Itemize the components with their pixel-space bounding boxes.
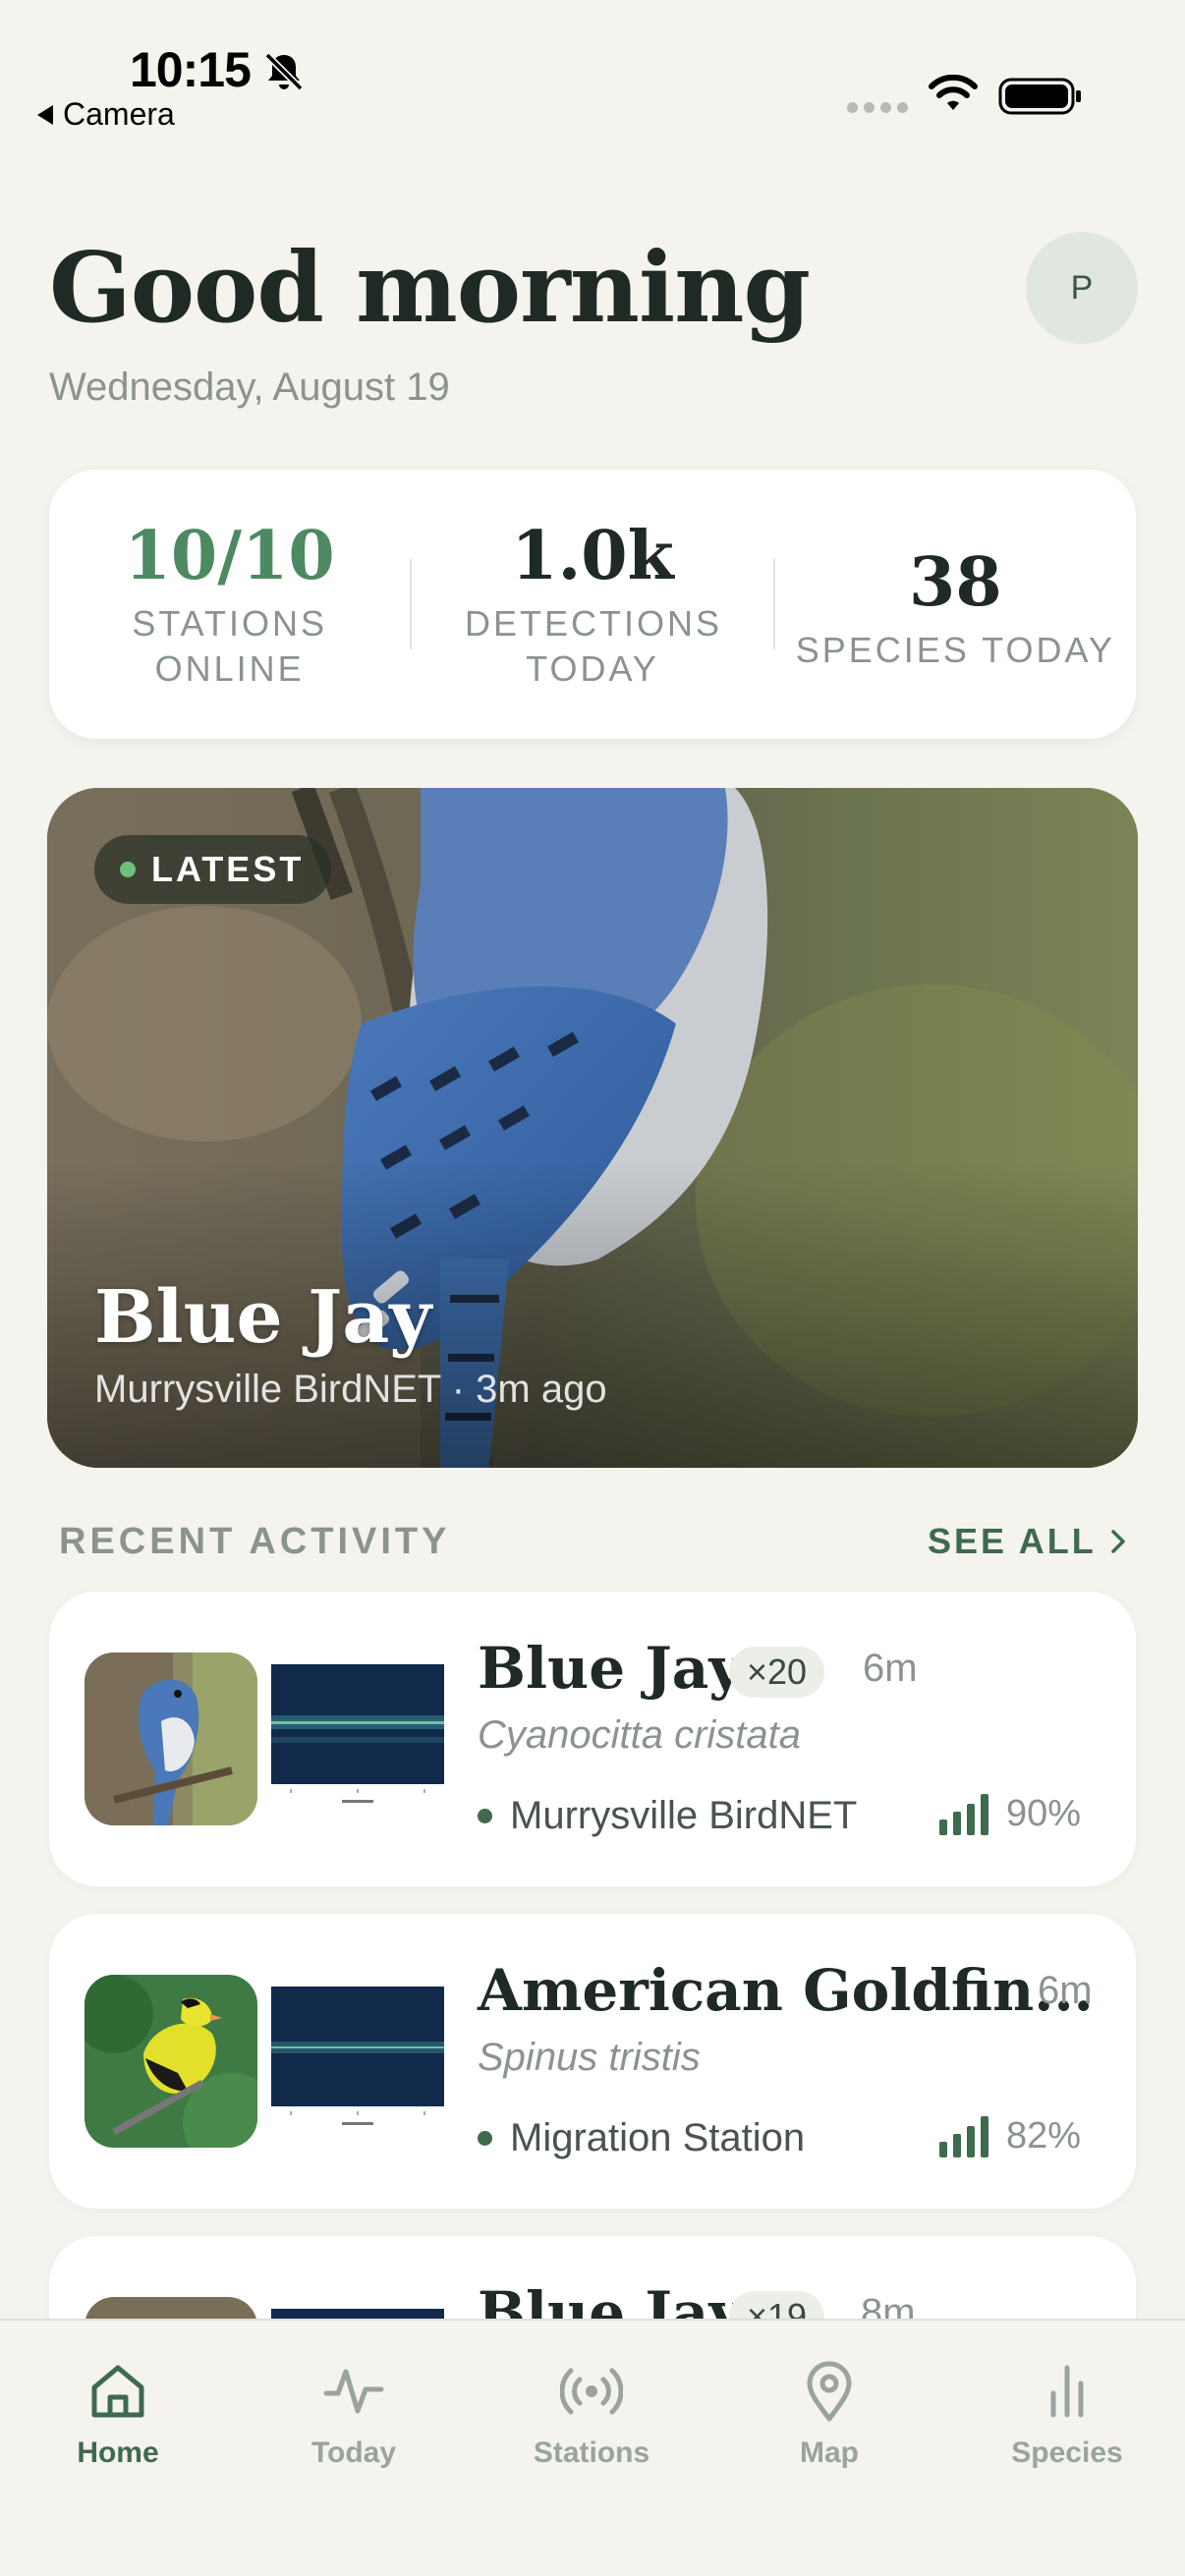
signal-bars-icon [939, 2114, 988, 2157]
back-triangle-icon [37, 104, 53, 125]
see-all-button[interactable]: SEE ALL [928, 1521, 1126, 1562]
greeting-title: Good morning [49, 232, 811, 345]
date-label: Wednesday, August 19 [49, 365, 450, 409]
live-dot-icon [120, 862, 136, 877]
station-name: Murrysville BirdNET [510, 1794, 858, 1837]
broadcast-icon [560, 2368, 623, 2415]
bottom-tab-bar: Home Today Stations Map Species [0, 2319, 1185, 2576]
stat-label: DETECTIONS TODAY [464, 603, 722, 689]
scientific-name: Spinus tristis [478, 2036, 701, 2079]
recent-activity-title: RECENT ACTIVITY [59, 1521, 451, 1562]
latest-badge-label: LATEST [151, 849, 305, 889]
station-dot-icon [478, 2131, 492, 2146]
species-thumbnail [85, 1975, 257, 2148]
chevron-right-icon [1110, 1530, 1125, 1553]
latest-badge: LATEST [94, 835, 332, 904]
activity-icon [323, 2369, 384, 2414]
species-name: American Goldfin... [478, 1957, 1094, 2024]
detection-count-badge: ×20 [729, 1647, 825, 1698]
stat-value: 10/10 [124, 517, 335, 595]
tab-label: Map [800, 2436, 859, 2469]
stat-value: 1.0k [511, 517, 674, 595]
stat-value: 38 [909, 543, 1002, 622]
tab-today[interactable]: Today [255, 2360, 452, 2470]
tab-stations[interactable]: Stations [493, 2360, 690, 2470]
stat-label: SPECIES TODAY [795, 630, 1115, 670]
latest-detection-card[interactable]: LATEST Blue Jay Murrysville BirdNET · 3m… [47, 788, 1138, 1468]
activity-card[interactable]: Blue Jay ×20 6m Cyanocitta cristata Murr… [49, 1592, 1136, 1886]
station-label: Murrysville BirdNET [478, 1794, 857, 1838]
tab-map[interactable]: Map [731, 2360, 928, 2470]
tab-species[interactable]: Species [969, 2360, 1165, 2470]
activity-card[interactable]: American Goldfin... 6m Spinus tristis Mi… [49, 1914, 1136, 2209]
time-ago: 6m [863, 1647, 918, 1690]
cellular-signal-icon [847, 102, 908, 113]
scientific-name: Cyanocitta cristata [478, 1713, 802, 1757]
stat-label: STATIONS ONLINE [132, 603, 327, 689]
battery-icon [998, 78, 1081, 115]
avatar-initial: P [1070, 268, 1094, 307]
hero-species-name: Blue Jay [94, 1275, 432, 1360]
station-dot-icon [478, 1809, 492, 1823]
home-icon [91, 2365, 144, 2418]
time-ago: 6m [1038, 1969, 1093, 2012]
tab-label: Stations [533, 2436, 650, 2469]
stats-card: 10/10 STATIONS ONLINE 1.0k DETECTIONS TO… [49, 470, 1136, 739]
stat-stations: 10/10 STATIONS ONLINE [49, 517, 410, 692]
tab-home[interactable]: Home [20, 2360, 216, 2470]
tab-label: Home [77, 2436, 159, 2469]
back-to-app-button[interactable]: Camera [37, 96, 175, 133]
status-bar: 10:15 Camera [0, 0, 1185, 157]
species-thumbnail [85, 1652, 257, 1825]
confidence-indicator: 82% [939, 2114, 1081, 2157]
tab-label: Species [1011, 2436, 1123, 2469]
spectrogram-image [271, 1664, 444, 1812]
map-pin-icon [807, 2361, 852, 2422]
wifi-icon [929, 75, 978, 110]
station-name: Migration Station [510, 2116, 806, 2159]
confidence-value: 82% [1006, 2114, 1082, 2156]
see-all-label: SEE ALL [928, 1521, 1097, 1561]
spectrogram-image [271, 1987, 444, 2134]
signal-bars-icon [939, 1792, 988, 1835]
back-app-label: Camera [63, 96, 175, 132]
profile-avatar[interactable]: P [1026, 232, 1138, 344]
confidence-indicator: 90% [939, 1792, 1081, 1835]
stat-detections: 1.0k DETECTIONS TODAY [412, 517, 772, 692]
status-time: 10:15 [130, 42, 252, 97]
station-label: Migration Station [478, 2116, 805, 2160]
stat-species: 38 SPECIES TODAY [775, 535, 1136, 673]
bar-chart-icon [1050, 2365, 1084, 2418]
bell-muted-icon [264, 52, 304, 91]
species-name: Blue Jay [478, 1635, 743, 1702]
confidence-value: 90% [1006, 1792, 1082, 1834]
hero-subtitle: Murrysville BirdNET · 3m ago [94, 1368, 607, 1411]
tab-label: Today [310, 2436, 397, 2469]
